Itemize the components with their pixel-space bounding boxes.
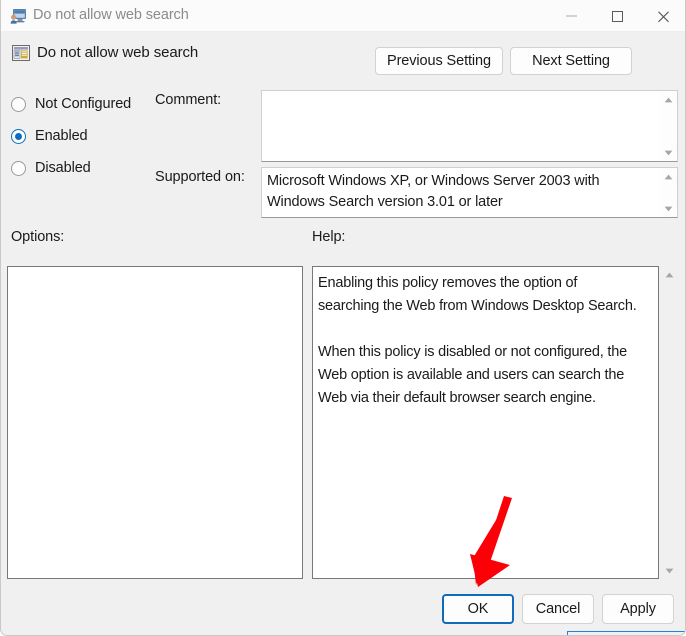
supported-on-value: Microsoft Windows XP, or Windows Server … (267, 173, 600, 210)
comment-scrollbar[interactable] (660, 91, 677, 161)
radio-not-configured-label: Not Configured (35, 96, 132, 112)
scroll-up-arrow[interactable] (660, 91, 677, 108)
window-title: Do not allow web search (33, 7, 189, 23)
policy-setting-icon (12, 44, 30, 62)
scroll-down-arrow[interactable] (660, 562, 679, 579)
maximize-icon (612, 11, 623, 22)
previous-setting-button[interactable]: Previous Setting (375, 47, 503, 75)
options-panel[interactable] (7, 266, 303, 579)
supported-on-scrollbar[interactable] (660, 168, 677, 217)
radio-disabled-label: Disabled (35, 160, 91, 176)
window-bottom-accent (567, 631, 685, 635)
options-label: Options: (11, 229, 65, 245)
ok-button[interactable]: OK (442, 594, 514, 624)
radio-enabled[interactable]: Enabled (11, 126, 88, 146)
comment-label: Comment: (155, 92, 222, 108)
radio-not-configured-mark (11, 96, 26, 112)
help-panel: Enabling this policy removes the option … (312, 266, 659, 579)
comment-input[interactable] (261, 90, 678, 162)
title-bar: Do not allow web search (1, 0, 685, 32)
next-setting-button[interactable]: Next Setting (510, 47, 632, 75)
policy-computer-icon (10, 8, 27, 24)
radio-enabled-mark (11, 128, 26, 144)
help-text: Enabling this policy removes the option … (318, 275, 637, 406)
scroll-up-arrow[interactable] (660, 266, 679, 283)
policy-name-label: Do not allow web search (37, 44, 199, 61)
scroll-up-arrow[interactable] (660, 168, 677, 185)
scroll-down-arrow[interactable] (660, 200, 677, 217)
cancel-button[interactable]: Cancel (522, 594, 594, 624)
maximize-button[interactable] (595, 0, 641, 32)
help-scrollbar[interactable] (660, 266, 679, 579)
radio-not-configured[interactable]: Not Configured (11, 94, 131, 114)
help-label: Help: (312, 229, 346, 245)
radio-disabled-mark (11, 160, 26, 176)
close-icon (658, 11, 669, 23)
supported-on-field[interactable]: Microsoft Windows XP, or Windows Server … (261, 167, 678, 218)
minimize-icon (566, 15, 577, 17)
close-button[interactable] (641, 0, 685, 32)
scroll-down-arrow[interactable] (660, 144, 677, 161)
radio-enabled-label: Enabled (35, 128, 88, 144)
policy-setting-dialog: Do not allow web search Do not allow web… (0, 0, 686, 636)
radio-disabled[interactable]: Disabled (11, 158, 91, 178)
supported-on-label: Supported on: (155, 169, 245, 185)
minimize-button[interactable] (549, 0, 595, 32)
apply-button[interactable]: Apply (602, 594, 674, 624)
